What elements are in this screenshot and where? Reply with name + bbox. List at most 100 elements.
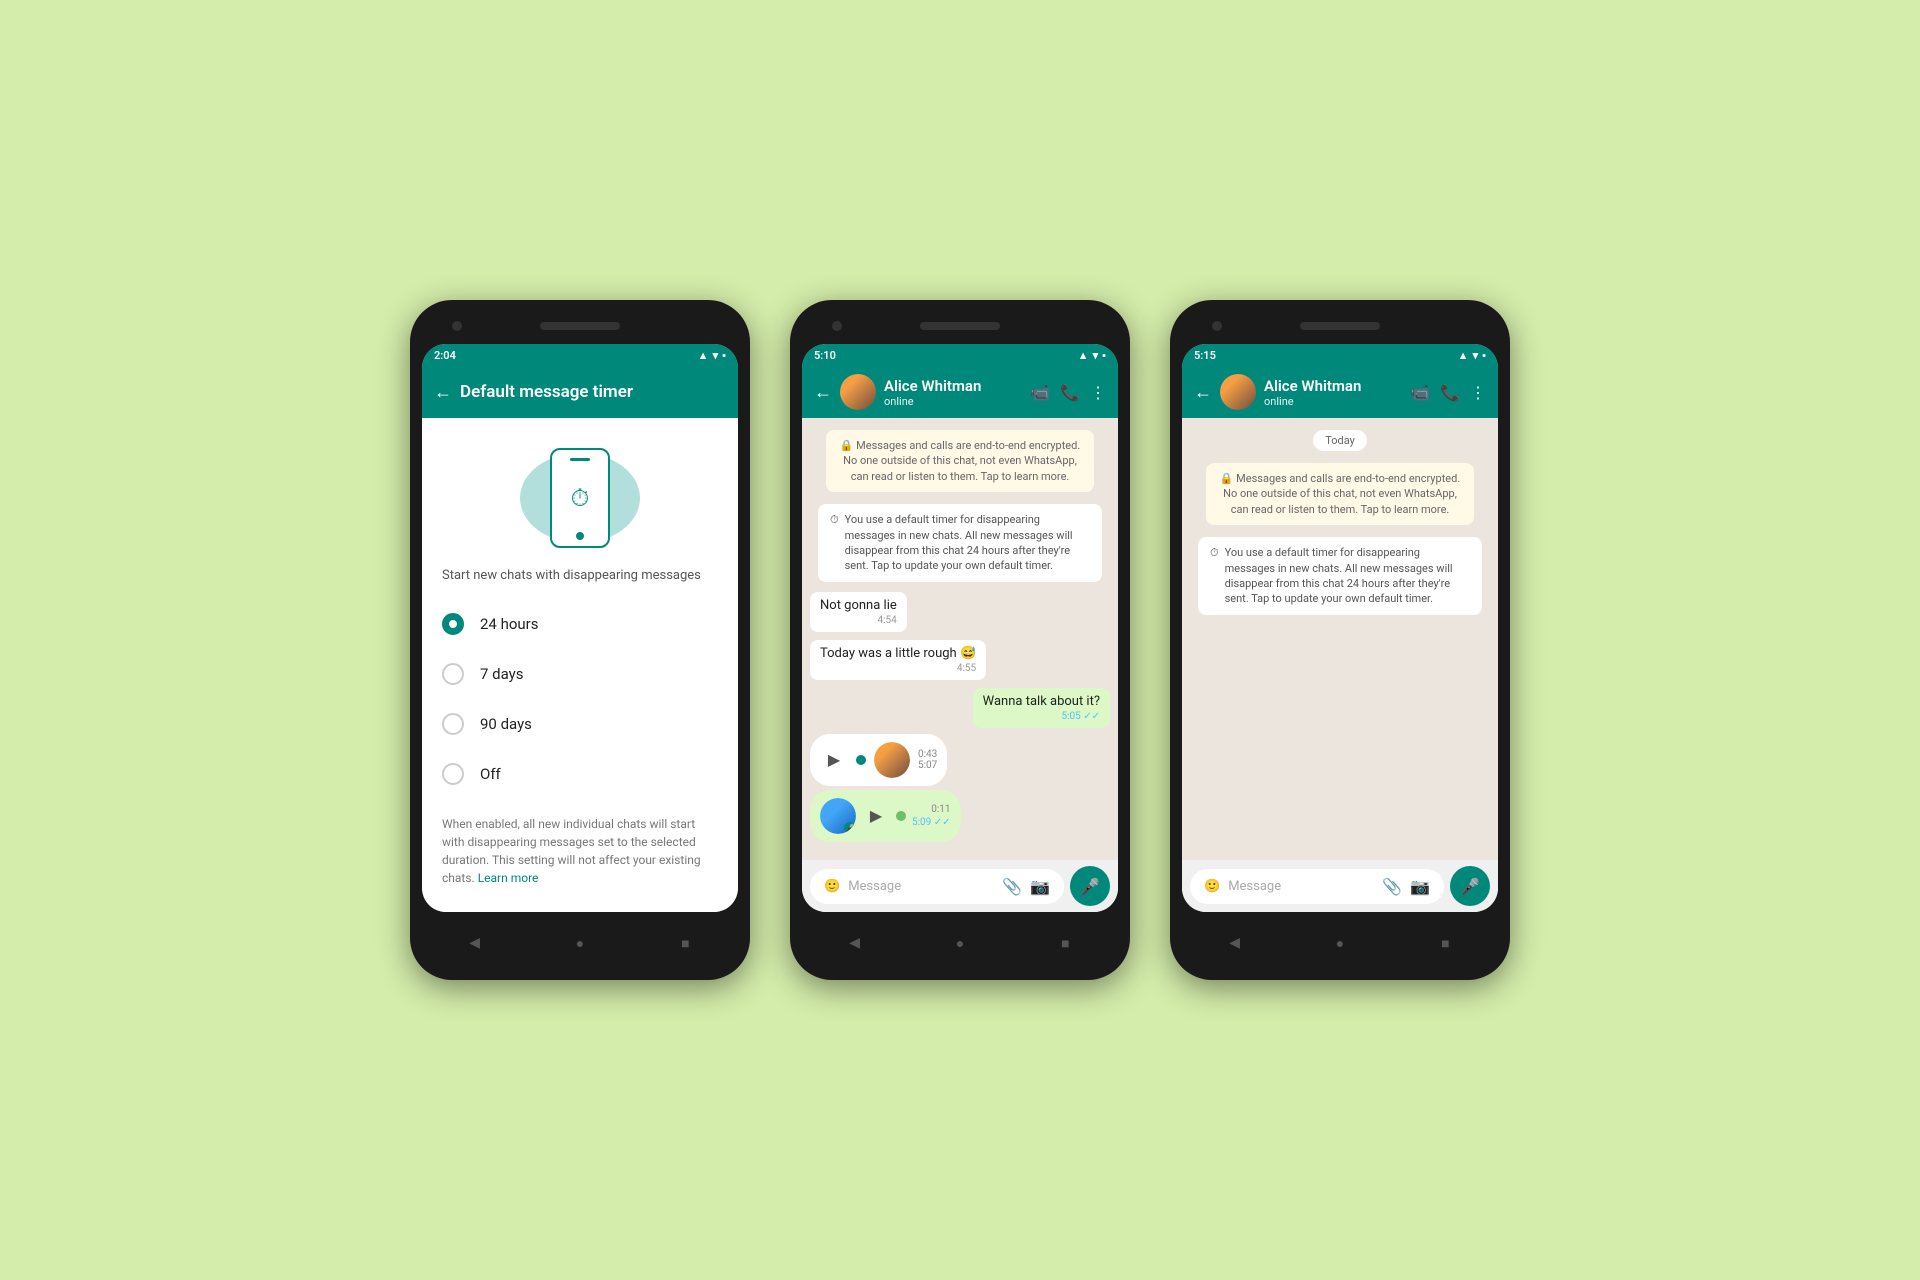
- camera-icon-2[interactable]: 📷: [1030, 877, 1050, 896]
- phone-call-button-2[interactable]: 📞: [1060, 383, 1080, 402]
- contact-name-2: Alice Whitman: [884, 377, 1022, 395]
- disappearing-notice-3: ⏱ You use a default timer for disappeari…: [1198, 537, 1482, 615]
- back-button-1[interactable]: ←: [434, 382, 452, 403]
- timer-screen: ⏱ Start new chats with disappearing mess…: [422, 418, 738, 912]
- radio-option-7d[interactable]: 7 days: [422, 649, 738, 699]
- nav-back-2[interactable]: ◀: [845, 933, 865, 953]
- nav-home-3[interactable]: ●: [1330, 933, 1350, 953]
- nav-recent-1[interactable]: ■: [675, 933, 695, 953]
- disappearing-icon-3: ⏱: [1210, 545, 1219, 607]
- contact-info-3: Alice Whitman online: [1264, 377, 1402, 408]
- voice-message-1: ▶ 0:43 5:07: [810, 734, 947, 786]
- camera-icon-3[interactable]: 📷: [1410, 877, 1430, 896]
- message-input-3[interactable]: 🙂 Message 📎 📷: [1190, 869, 1444, 904]
- encryption-notice-3[interactable]: 🔒 Messages and calls are end-to-end encr…: [1206, 463, 1474, 525]
- signal-icon-2: ▲: [1078, 349, 1089, 362]
- status-time-2: 5:10: [814, 349, 836, 362]
- today-badge: Today: [1313, 430, 1367, 451]
- encryption-notice-2[interactable]: 🔒 Messages and calls are end-to-end encr…: [826, 430, 1094, 492]
- timer-section-label: Start new chats with disappearing messag…: [422, 568, 738, 599]
- message-2: Today was a little rough 😅 4:55: [810, 640, 986, 680]
- contact-avatar-3[interactable]: [1220, 374, 1256, 410]
- learn-more-link-1[interactable]: Learn more: [478, 871, 539, 885]
- message-text-2: Today was a little rough 😅: [820, 646, 976, 661]
- nav-recent-2[interactable]: ■: [1055, 933, 1075, 953]
- chat-screen-3: Today 🔒 Messages and calls are end-to-en…: [1182, 418, 1498, 912]
- message-text-1: Not gonna lie: [820, 598, 897, 613]
- status-bar-1: 2:04 ▲ ▾ ▪: [422, 344, 738, 366]
- nav-home-1[interactable]: ●: [570, 933, 590, 953]
- play-button-1[interactable]: ▶: [820, 746, 848, 774]
- disappearing-text-2: You use a default timer for disappearing…: [845, 512, 1090, 574]
- voice-duration-1: 0:43: [918, 749, 937, 760]
- app-header-1: ← Default message timer: [422, 366, 738, 418]
- nav-home-2[interactable]: ●: [950, 933, 970, 953]
- phone-bottom-bar-3: ◀ ● ■: [1182, 918, 1498, 968]
- radio-option-90d[interactable]: 90 days: [422, 699, 738, 749]
- phone-top-bar-1: [422, 312, 738, 340]
- phone-bottom-bar-2: ◀ ● ■: [802, 918, 1118, 968]
- app-header-2: ← Alice Whitman online 📹 📞 ⋮: [802, 366, 1118, 418]
- attach-icon-3[interactable]: 📎: [1382, 877, 1402, 896]
- phone-3: 5:15 ▲ ▾ ▪ ← Alice Whitman online 📹: [1170, 300, 1510, 980]
- phone-call-button-3[interactable]: 📞: [1440, 383, 1460, 402]
- radio-circle-24h[interactable]: [442, 613, 464, 635]
- emoji-icon-3[interactable]: 🙂: [1204, 879, 1220, 894]
- attach-icon-2[interactable]: 📎: [1002, 877, 1022, 896]
- voice-time-1: 5:07: [918, 760, 937, 771]
- waveform-1: [856, 750, 866, 770]
- waveform-2: [896, 806, 906, 826]
- contact-status-2: online: [884, 395, 1022, 408]
- radio-circle-7d[interactable]: [442, 663, 464, 685]
- phone-screen-2: 5:10 ▲ ▾ ▪ ← Alice Whitman online 📹: [802, 344, 1118, 912]
- back-button-3[interactable]: ←: [1194, 382, 1212, 403]
- contact-avatar-2[interactable]: [840, 374, 876, 410]
- more-menu-button-2[interactable]: ⋮: [1090, 383, 1106, 402]
- phone-1: 2:04 ▲ ▾ ▪ ← Default message timer ⏱: [410, 300, 750, 980]
- signal-icon-3: ▲: [1458, 349, 1469, 362]
- nav-back-3[interactable]: ◀: [1225, 933, 1245, 953]
- waveform-dot-1: [856, 755, 866, 765]
- radio-label-90d: 90 days: [480, 715, 532, 733]
- disappearing-text-3: You use a default timer for disappearing…: [1225, 545, 1470, 607]
- contact-info-2: Alice Whitman online: [884, 377, 1022, 408]
- radio-option-24h[interactable]: 24 hours: [422, 599, 738, 649]
- input-placeholder-3: Message: [1228, 879, 1374, 894]
- mic-button-2[interactable]: 🎤: [1070, 866, 1110, 906]
- voice-message-2: 🎤 ▶ 0:11 5:09 ✓✓: [810, 790, 961, 842]
- video-call-button-2[interactable]: 📹: [1030, 383, 1050, 402]
- battery-icon-1: ▪: [722, 349, 726, 362]
- radio-circle-off[interactable]: [442, 763, 464, 785]
- voice-duration-2: 0:11: [931, 804, 950, 815]
- nav-recent-3[interactable]: ■: [1435, 933, 1455, 953]
- battery-icon-2: ▪: [1102, 349, 1106, 362]
- header-actions-2: 📹 📞 ⋮: [1030, 383, 1106, 402]
- illustration-phone: ⏱: [550, 448, 610, 548]
- radio-label-off: Off: [480, 765, 501, 783]
- message-input-2[interactable]: 🙂 Message 📎 📷: [810, 869, 1064, 904]
- status-bar-3: 5:15 ▲ ▾ ▪: [1182, 344, 1498, 366]
- video-call-button-3[interactable]: 📹: [1410, 383, 1430, 402]
- waveform-dot-2: [896, 811, 906, 821]
- nav-back-1[interactable]: ◀: [465, 933, 485, 953]
- front-camera-3: [1212, 321, 1222, 331]
- radio-circle-90d[interactable]: [442, 713, 464, 735]
- mic-button-3[interactable]: 🎤: [1450, 866, 1490, 906]
- voice-avatar-1: [874, 742, 910, 778]
- status-right-2: ▲ ▾ ▪: [1078, 349, 1106, 362]
- message-text-3: Wanna talk about it?: [983, 694, 1100, 709]
- phone-top-bar-2: [802, 312, 1118, 340]
- back-button-2[interactable]: ←: [814, 382, 832, 403]
- front-camera-1: [452, 321, 462, 331]
- status-time-3: 5:15: [1194, 349, 1216, 362]
- more-menu-button-3[interactable]: ⋮: [1470, 383, 1486, 402]
- play-button-2[interactable]: ▶: [862, 802, 890, 830]
- contact-status-3: online: [1264, 395, 1402, 408]
- speaker-2: [920, 322, 1000, 330]
- status-bar-2: 5:10 ▲ ▾ ▪: [802, 344, 1118, 366]
- signal-icon-1: ▲: [698, 349, 709, 362]
- radio-option-off[interactable]: Off: [422, 749, 738, 799]
- chat-messages-3: Today 🔒 Messages and calls are end-to-en…: [1182, 418, 1498, 860]
- emoji-icon-2[interactable]: 🙂: [824, 879, 840, 894]
- phones-container: 2:04 ▲ ▾ ▪ ← Default message timer ⏱: [410, 300, 1510, 980]
